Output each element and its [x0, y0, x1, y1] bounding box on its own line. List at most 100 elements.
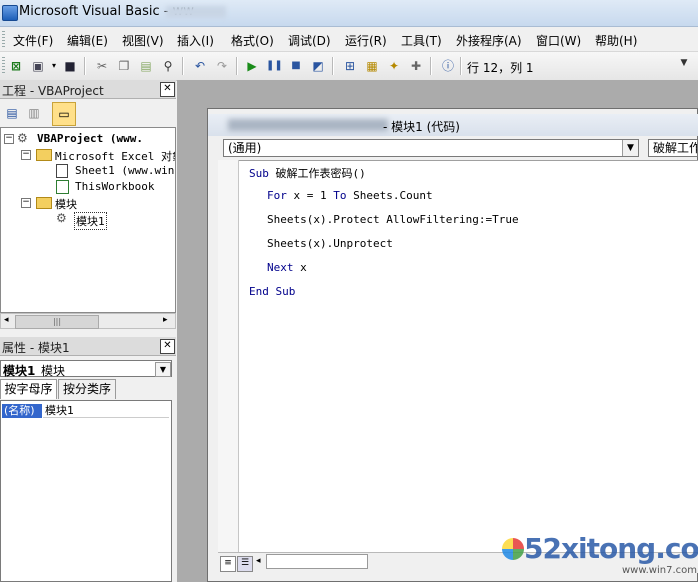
menu-tools[interactable]: 工具(T)	[401, 32, 442, 49]
properties-pane-title-text: 属性 - 模块1	[2, 341, 70, 355]
property-value[interactable]: 模块1	[43, 404, 169, 418]
menu-edit[interactable]: 编辑(E)	[67, 32, 108, 49]
insert-userform-icon[interactable]: ▣	[30, 58, 46, 74]
code-line[interactable]: Sheets(x).Unprotect	[267, 237, 393, 250]
property-name[interactable]: (名称)	[2, 404, 42, 418]
object-combo[interactable]: (通用) ▼	[223, 139, 639, 157]
keyword: For	[267, 189, 287, 202]
full-module-view-icon[interactable]: ☰	[237, 556, 253, 572]
toolbox-icon[interactable]: ✚	[408, 58, 424, 74]
collapse-icon[interactable]: −	[4, 134, 14, 144]
tree-module1[interactable]: 模块1	[74, 212, 107, 230]
scroll-left-icon[interactable]: ◂	[256, 556, 261, 566]
toolbar-options-chevron-icon[interactable]: ▼	[678, 58, 690, 76]
procedure-combo[interactable]: 破解工作	[648, 139, 698, 157]
toolbar-separator	[182, 57, 184, 75]
menu-file[interactable]: 文件(F)	[13, 32, 53, 49]
chevron-down-icon[interactable]: ▼	[155, 362, 171, 377]
keyword: Sub	[249, 167, 269, 180]
module-icon: ⚙	[56, 211, 67, 225]
code-window-title: - 模块1 (代码)	[208, 114, 698, 136]
watermark-subtext: www.win7.com	[622, 565, 697, 576]
project-tree: − ⚙ VBAProject (www. − Microsoft Excel 对…	[0, 127, 176, 313]
blurred-title-part	[166, 6, 226, 18]
menu-insert[interactable]: 插入(I)	[177, 32, 214, 49]
project-pane-toolbar: ▤ ▥ ▭	[0, 99, 176, 127]
menu-addins[interactable]: 外接程序(A)	[456, 32, 522, 49]
close-icon[interactable]: ✕	[160, 339, 175, 354]
reset-icon[interactable]: ■	[288, 58, 304, 74]
save-icon[interactable]: ■	[62, 58, 78, 74]
vbaproject-icon: ⚙	[17, 131, 28, 145]
watermark-text: 52xitong.com	[524, 532, 698, 565]
menu-format[interactable]: 格式(O)	[231, 32, 274, 49]
toggle-folders-icon[interactable]: ▭	[52, 102, 76, 126]
workbook-icon	[56, 180, 69, 194]
scroll-left-icon[interactable]: ◂	[4, 315, 9, 325]
watermark: 52xitong.com www.win7.com	[500, 532, 698, 582]
insert-dropdown-icon[interactable]: ▾	[46, 58, 62, 74]
collapse-icon[interactable]: −	[21, 150, 31, 160]
toolbar-separator	[430, 57, 432, 75]
folder-icon	[36, 197, 52, 209]
menu-help[interactable]: 帮助(H)	[595, 32, 637, 49]
collapse-icon[interactable]: −	[21, 198, 31, 208]
properties-pane-title: 属性 - 模块1 ✕	[0, 337, 176, 356]
paste-icon[interactable]: ▤	[138, 58, 154, 74]
code-margin	[218, 160, 239, 552]
copy-icon[interactable]: ❐	[116, 58, 132, 74]
keyword: To	[333, 189, 347, 202]
object-select[interactable]: 模块1 模块 ▼	[0, 360, 172, 378]
sheet-icon	[56, 164, 68, 178]
cursor-position: 行 12，列 1	[467, 61, 534, 75]
run-icon[interactable]: ▶	[244, 58, 260, 74]
tree-thisworkbook[interactable]: ThisWorkbook	[75, 180, 154, 193]
keyword: Next	[267, 261, 294, 274]
project-tree-scrollbar[interactable]: ◂ ||| ▸	[0, 313, 176, 329]
code-horizontal-scrollbar[interactable]	[266, 554, 368, 569]
close-icon[interactable]: ✕	[160, 82, 175, 97]
tree-sheet1[interactable]: Sheet1 (www.windo	[75, 164, 175, 177]
menu-window[interactable]: 窗口(W)	[536, 32, 581, 49]
pause-icon[interactable]: ❚❚	[266, 58, 283, 74]
tab-alphabetic[interactable]: 按字母序	[0, 379, 57, 399]
scroll-right-icon[interactable]: ▸	[163, 315, 168, 325]
code-line[interactable]: End Sub	[249, 285, 295, 298]
code-line[interactable]: Sheets(x).Protect AllowFiltering:=True	[267, 213, 519, 226]
tree-modules[interactable]: 模块	[55, 196, 77, 212]
redo-icon[interactable]: ↷	[214, 58, 230, 74]
code-sub-name: 破解工作表密码()	[275, 167, 366, 180]
design-mode-icon[interactable]: ◩	[310, 58, 326, 74]
menu-run[interactable]: 运行(R)	[345, 32, 387, 49]
menu-view[interactable]: 视图(V)	[122, 32, 164, 49]
object-name: 模块1	[3, 364, 36, 378]
view-object-icon[interactable]: ▥	[26, 105, 42, 121]
code-line[interactable]: Next x	[267, 261, 307, 274]
project-explorer-icon[interactable]: ⊞	[342, 58, 358, 74]
properties-tabs: 按字母序 按分类序	[0, 379, 176, 400]
object-browser-icon[interactable]: ✦	[386, 58, 402, 74]
toolbar-separator	[332, 57, 334, 75]
tab-categorized[interactable]: 按分类序	[58, 379, 116, 399]
excel-icon[interactable]: ⊠	[8, 58, 24, 74]
menu-debug[interactable]: 调试(D)	[288, 32, 331, 49]
find-icon[interactable]: ⚲	[160, 58, 176, 74]
undo-icon[interactable]: ↶	[192, 58, 208, 74]
view-code-icon[interactable]: ▤	[4, 105, 20, 121]
vba-app-icon	[2, 5, 18, 21]
procedure-view-icon[interactable]: ≡	[220, 556, 236, 572]
blurred-title-part	[228, 119, 388, 131]
code-line[interactable]: For x = 1 To Sheets.Count	[267, 189, 433, 202]
property-grid: (名称) 模块1	[0, 400, 172, 582]
title-bar: Microsoft Visual Basic - ww	[0, 0, 698, 27]
help-icon[interactable]: ⓘ	[440, 58, 456, 74]
cut-icon[interactable]: ✂	[94, 58, 110, 74]
watermark-logo-icon	[502, 538, 524, 560]
toolbar-separator	[236, 57, 238, 75]
code-line[interactable]: Sub 破解工作表密码()	[249, 165, 366, 181]
tree-excel-objects[interactable]: Microsoft Excel 对象	[55, 148, 175, 164]
chevron-down-icon[interactable]: ▼	[622, 140, 638, 156]
scroll-thumb[interactable]: |||	[15, 315, 99, 329]
tree-root[interactable]: VBAProject (www.	[37, 132, 143, 145]
properties-window-icon[interactable]: ▦	[364, 58, 380, 74]
